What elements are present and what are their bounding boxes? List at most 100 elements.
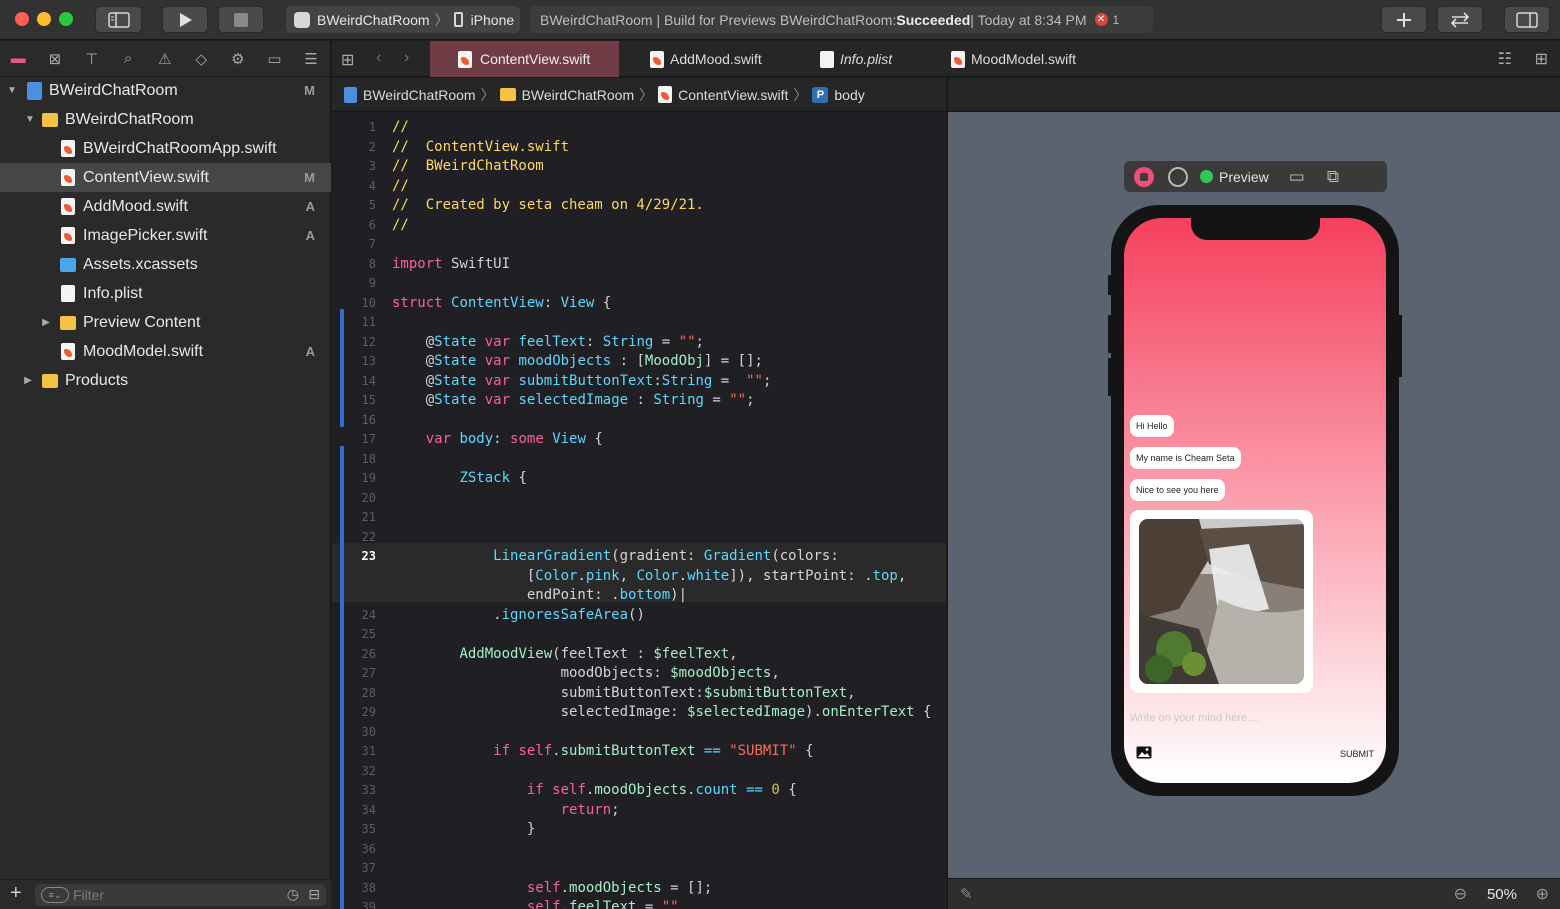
- line-number[interactable]: 16: [332, 411, 376, 431]
- symbol-navigator-icon[interactable]: ⊤: [73, 50, 110, 68]
- line-number[interactable]: 37: [332, 859, 376, 879]
- find-navigator-icon[interactable]: ⌕: [110, 50, 147, 67]
- jump-folder[interactable]: BWeirdChatRoom: [522, 87, 635, 103]
- tree-item-file-selected[interactable]: ContentView.swift M: [0, 163, 331, 192]
- line-number[interactable]: 32: [332, 762, 376, 782]
- code-line[interactable]: 19 ZStack {: [332, 469, 946, 489]
- tree-item-group[interactable]: ▶ Preview Content: [0, 308, 331, 337]
- code-line[interactable]: 23 LinearGradient(gradient: Gradient(col…: [332, 547, 946, 567]
- minimize-window-button[interactable]: [37, 12, 51, 26]
- stop-button[interactable]: [218, 6, 264, 33]
- tab-addmood[interactable]: AddMood.swift: [620, 41, 790, 77]
- tree-item-file[interactable]: Assets.xcassets: [0, 250, 331, 279]
- line-number[interactable]: 12: [332, 333, 376, 353]
- tree-item-file[interactable]: AddMood.swift A: [0, 192, 331, 221]
- filter-options-icon[interactable]: ≡⌄: [41, 887, 69, 903]
- code-line[interactable]: 9: [332, 274, 946, 294]
- zoom-out-icon[interactable]: ⊖: [1454, 884, 1467, 904]
- code-line[interactable]: 30: [332, 723, 946, 743]
- recent-files-icon[interactable]: ◷: [287, 886, 299, 903]
- line-number[interactable]: 19: [332, 469, 376, 489]
- line-number[interactable]: 26: [332, 645, 376, 665]
- line-number[interactable]: 1: [332, 118, 376, 138]
- code-line[interactable]: 28 submitButtonText:$submitButtonText,: [332, 684, 946, 704]
- code-line[interactable]: 29 selectedImage: $selectedImage).onEnte…: [332, 703, 946, 723]
- code-line[interactable]: 21: [332, 508, 946, 528]
- code-line[interactable]: 11: [332, 313, 946, 333]
- jump-project[interactable]: BWeirdChatRoom: [363, 87, 476, 103]
- jump-symbol[interactable]: body: [834, 87, 864, 103]
- code-line[interactable]: 4 //: [332, 177, 946, 197]
- library-button[interactable]: [1381, 6, 1427, 33]
- code-line[interactable]: 35 }: [332, 820, 946, 840]
- scheme-device[interactable]: iPhone: [471, 12, 515, 28]
- toggle-inspector-button[interactable]: [1504, 6, 1550, 33]
- line-number[interactable]: 10: [332, 294, 376, 314]
- line-number[interactable]: 24: [332, 606, 376, 626]
- line-number[interactable]: 22: [332, 528, 376, 548]
- code-line[interactable]: 7: [332, 235, 946, 255]
- run-button[interactable]: [162, 6, 208, 33]
- line-number[interactable]: 34: [332, 801, 376, 821]
- line-number[interactable]: 36: [332, 840, 376, 860]
- code-line[interactable]: 31 if self.submitButtonText == "SUBMIT" …: [332, 742, 946, 762]
- tree-item-file[interactable]: MoodModel.swift A: [0, 337, 331, 366]
- code-line[interactable]: 27 moodObjects: $moodObjects,: [332, 664, 946, 684]
- code-line[interactable]: 26 AddMoodView(feelText : $feelText,: [332, 645, 946, 665]
- run-on-device-icon[interactable]: ▭: [1289, 167, 1305, 187]
- code-line[interactable]: 33 if self.moodObjects.count == 0 {: [332, 781, 946, 801]
- line-number[interactable]: 11: [332, 313, 376, 333]
- tree-item-file[interactable]: ImagePicker.swift A: [0, 221, 331, 250]
- folder-navigator-icon[interactable]: ▬: [0, 50, 37, 67]
- add-editor-icon[interactable]: ⊞: [1535, 49, 1548, 69]
- code-line[interactable]: 1 //: [332, 118, 946, 138]
- mood-input[interactable]: Write on your mind here....: [1130, 712, 1259, 724]
- test-navigator-icon[interactable]: ◇: [183, 50, 220, 68]
- line-number[interactable]: 3: [332, 157, 376, 177]
- line-number[interactable]: 33: [332, 781, 376, 801]
- line-number[interactable]: 38: [332, 879, 376, 899]
- issue-navigator-icon[interactable]: ⚠: [146, 50, 183, 68]
- line-number[interactable]: 14: [332, 372, 376, 392]
- code-line[interactable]: 2 // ContentView.swift: [332, 138, 946, 158]
- device-preview-icon[interactable]: [1168, 166, 1188, 187]
- line-number[interactable]: 39: [332, 898, 376, 909]
- line-number[interactable]: 18: [332, 450, 376, 470]
- scheme-target[interactable]: BWeirdChatRoom: [317, 12, 430, 28]
- tab-infoplist[interactable]: Info.plist: [792, 41, 942, 77]
- scm-filter-icon[interactable]: ⊟: [308, 886, 320, 903]
- code-line[interactable]: 37: [332, 859, 946, 879]
- code-line[interactable]: endPoint: .bottom)|: [332, 586, 946, 606]
- tree-item-file[interactable]: BWeirdChatRoomApp.swift: [0, 134, 331, 163]
- code-line[interactable]: 24 .ignoresSafeArea(): [332, 606, 946, 626]
- line-number[interactable]: 9: [332, 274, 376, 294]
- code-line[interactable]: 14 @State var submitButtonText:String = …: [332, 372, 946, 392]
- line-number[interactable]: 29: [332, 703, 376, 723]
- line-number[interactable]: 17: [332, 430, 376, 450]
- code-line[interactable]: 25: [332, 625, 946, 645]
- source-control-navigator-icon[interactable]: ⊠: [37, 50, 74, 68]
- breakpoint-navigator-icon[interactable]: ▭: [256, 50, 293, 68]
- line-number[interactable]: 23: [332, 547, 376, 567]
- line-number[interactable]: 5: [332, 196, 376, 216]
- report-navigator-icon[interactable]: ☰: [293, 50, 330, 68]
- line-number[interactable]: 2: [332, 138, 376, 158]
- code-line[interactable]: 34 return;: [332, 801, 946, 821]
- duplicate-preview-icon[interactable]: ⧉: [1327, 167, 1339, 187]
- tree-item-group[interactable]: ▼ BWeirdChatRoom: [0, 105, 331, 134]
- line-number[interactable]: 28: [332, 684, 376, 704]
- live-preview-icon[interactable]: [1134, 166, 1154, 187]
- grid-view-icon[interactable]: ⊞: [341, 50, 354, 70]
- code-line[interactable]: 38 self.moodObjects = [];: [332, 879, 946, 899]
- tab-moodmodel[interactable]: MoodModel.swift: [922, 41, 1102, 77]
- tree-item-file[interactable]: Info.plist: [0, 279, 331, 308]
- code-line[interactable]: 8 import SwiftUI: [332, 255, 946, 275]
- disclosure-closed-icon[interactable]: ▶: [40, 317, 52, 328]
- disclosure-open-icon[interactable]: ▼: [6, 85, 18, 96]
- line-number[interactable]: 21: [332, 508, 376, 528]
- code-line[interactable]: 15 @State var selectedImage : String = "…: [332, 391, 946, 411]
- code-line[interactable]: 3 // BWeirdChatRoom: [332, 157, 946, 177]
- app-screen[interactable]: Hi Hello My name is Cheam Seta Nice to s…: [1124, 218, 1386, 783]
- line-number[interactable]: 4: [332, 177, 376, 197]
- scheme-selector[interactable]: BWeirdChatRoom 〉 iPhone: [286, 6, 520, 33]
